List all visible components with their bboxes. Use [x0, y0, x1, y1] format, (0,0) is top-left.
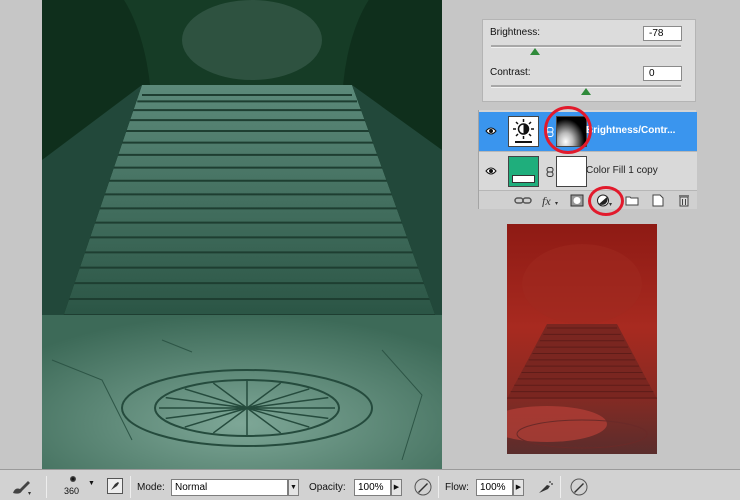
contrast-slider-thumb[interactable] [581, 88, 591, 95]
mode-select[interactable]: Normal [171, 479, 288, 496]
color-fill-thumbnail[interactable] [508, 156, 539, 187]
highlight-circle-adjustment [588, 186, 624, 216]
highlight-circle-mask [544, 106, 592, 154]
chevron-down-icon[interactable]: ▼ [88, 480, 95, 487]
layer-mask-icon[interactable] [570, 194, 584, 207]
chain-icon[interactable] [546, 167, 554, 177]
layer-name: Color Fill 1 copy [586, 165, 658, 176]
brush-size: 360 [64, 486, 80, 496]
chevron-right-icon[interactable]: ▶ [391, 479, 402, 496]
brush-tool-icon[interactable]: ▾ [10, 478, 34, 496]
brightness-contrast-panel: Brightness: -78 Contrast: 0 [482, 19, 696, 102]
options-bar: ▾ 360 ▼ Mode: Normal ▼ Opacity: 100% ▶ F… [0, 469, 740, 500]
brush-panel-toggle-icon[interactable] [107, 478, 123, 494]
separator [130, 476, 131, 498]
opacity-label: Opacity: [309, 482, 346, 493]
brush-preset-picker[interactable]: 360 [62, 474, 84, 496]
airbrush-icon[interactable] [535, 477, 555, 497]
separator [46, 476, 47, 498]
svg-text:▾: ▾ [555, 201, 558, 207]
brightness-label: Brightness: [490, 27, 541, 38]
opacity-input[interactable]: 100% [354, 479, 391, 496]
brightness-slider[interactable] [491, 45, 681, 48]
separator [560, 476, 561, 498]
brightness-input[interactable]: -78 [643, 26, 682, 41]
svg-text:▾: ▾ [28, 491, 31, 496]
contrast-label: Contrast: [490, 67, 531, 78]
eye-icon[interactable] [485, 166, 497, 176]
trash-icon[interactable] [677, 194, 691, 207]
new-group-icon[interactable] [625, 194, 639, 207]
separator [438, 476, 439, 498]
contrast-input[interactable]: 0 [643, 66, 682, 81]
brightness-slider-thumb[interactable] [529, 48, 540, 55]
stairway-photo [42, 0, 442, 470]
soft-brush-icon [70, 476, 76, 482]
layer-color-fill-copy[interactable]: Color Fill 1 copy [479, 151, 697, 190]
layer-name: Brightness/Contr... [586, 125, 676, 136]
new-layer-icon[interactable] [651, 194, 665, 207]
pressure-opacity-icon[interactable] [413, 477, 433, 497]
chevron-right-icon[interactable]: ▶ [513, 479, 524, 496]
pressure-size-icon[interactable] [569, 477, 589, 497]
mode-label: Mode: [137, 482, 165, 493]
chevron-down-icon[interactable]: ▼ [288, 479, 299, 496]
brightness-contrast-icon[interactable] [508, 116, 539, 147]
svg-text:fx: fx [542, 194, 551, 207]
eye-icon[interactable] [485, 126, 497, 136]
document-canvas[interactable] [42, 0, 442, 470]
flow-input[interactable]: 100% [476, 479, 513, 496]
white-mask[interactable] [556, 156, 587, 187]
preview-thumbnail [507, 224, 657, 454]
fx-icon[interactable]: fx ▾ [541, 194, 561, 207]
flow-label: Flow: [445, 482, 469, 493]
link-layers-icon[interactable] [514, 194, 532, 207]
